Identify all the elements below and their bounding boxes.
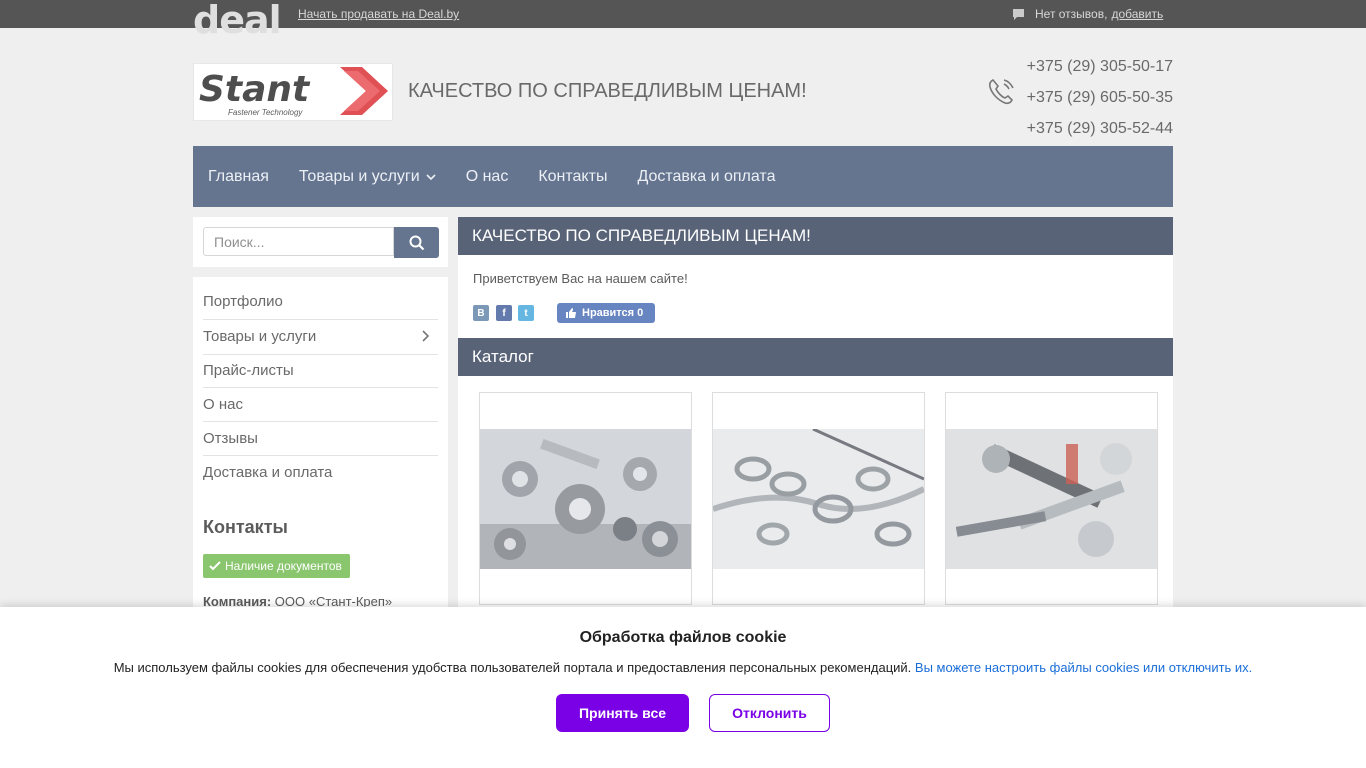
dim-overlay (0, 0, 1366, 607)
cookie-title: Обработка файлов cookie (579, 629, 787, 646)
accept-all-button[interactable]: Принять все (556, 694, 689, 732)
cookie-banner: Обработка файлов cookie Мы используем фа… (0, 607, 1366, 768)
decline-button[interactable]: Отклонить (709, 694, 830, 732)
cookie-settings-link[interactable]: Вы можете настроить файлы cookies или от… (915, 660, 1252, 675)
cookie-text: Мы используем файлы cookies для обеспече… (0, 660, 1366, 675)
cookie-description: Мы используем файлы cookies для обеспече… (113, 660, 912, 675)
